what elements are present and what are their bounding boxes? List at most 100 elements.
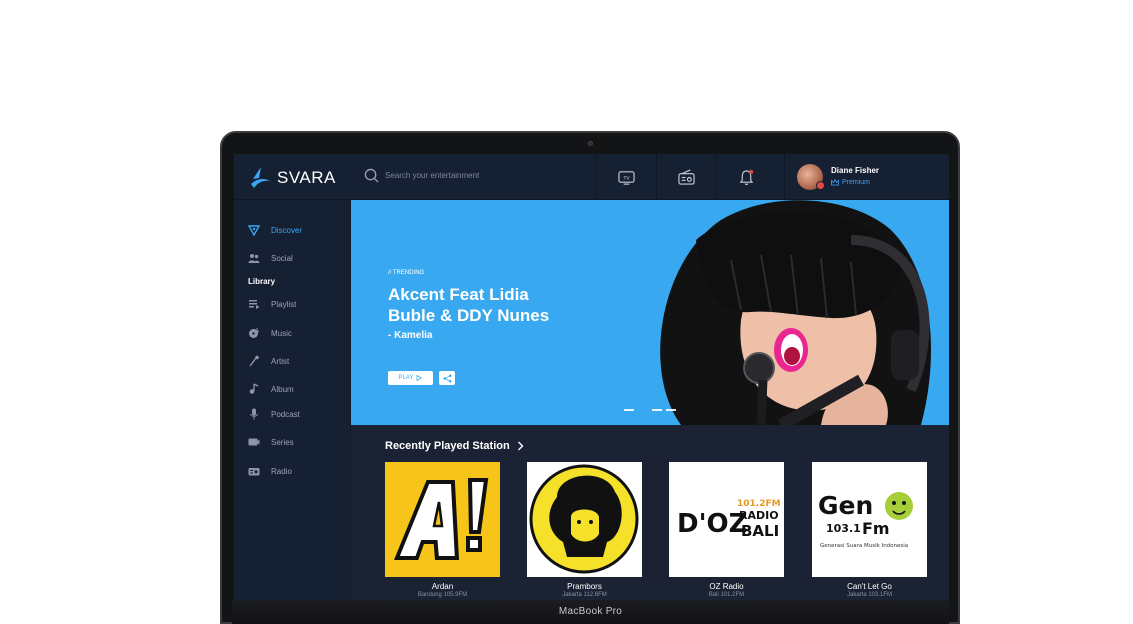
playlist-icon [249, 300, 260, 309]
prambors-logo-icon [527, 462, 642, 577]
music-icon [249, 328, 260, 338]
svg-text:101.2FM: 101.2FM [737, 499, 781, 509]
avatar-badge [816, 181, 825, 190]
station-logo-gen-fm: Gen 103.1 Fm Generasi Suara Musik Indone… [812, 462, 927, 577]
svg-text:Gen: Gen [818, 491, 873, 520]
sidebar-item-album[interactable]: Album [248, 383, 294, 395]
trending-label: // TRENDING [388, 270, 425, 276]
tv-icon: TV [618, 170, 635, 185]
discover-icon [248, 225, 260, 236]
search-icon [364, 168, 379, 183]
hero-subtitle: - Kamelia [388, 330, 433, 341]
app-logo[interactable]: SVARA [249, 166, 336, 190]
station-card[interactable]: Prambors Jakarta 112.6FM [527, 462, 642, 598]
svg-text:BALI: BALI [741, 522, 779, 540]
sidebar-item-artist[interactable]: Artist [248, 355, 289, 367]
sidebar-item-label: Radio [271, 466, 292, 476]
sidebar-item-series[interactable]: Series [248, 436, 294, 448]
station-name: Ardan [431, 582, 454, 591]
station-card[interactable]: Gen 103.1 Fm Generasi Suara Musik Indone… [812, 462, 927, 598]
bell-icon [739, 169, 754, 185]
svg-text:RADIO: RADIO [739, 509, 779, 522]
station-frequency: Jakarta 103.1FM [846, 592, 893, 598]
device-label: MacBook Pro [558, 606, 623, 617]
sidebar-item-label: Series [271, 437, 294, 447]
gen-fm-logo-icon: Gen 103.1 Fm Generasi Suara Musik Indone… [812, 462, 927, 577]
play-button-label: PLAY [398, 375, 414, 381]
station-name: Prambors [567, 582, 602, 591]
carousel-dot[interactable] [652, 409, 662, 411]
search-bar [364, 168, 585, 183]
carousel-indicator [624, 409, 680, 411]
oz-radio-logo-icon: D'OZ 101.2FM RADIO BALI [669, 462, 784, 577]
camera-dot [588, 141, 593, 146]
top-bar: SVARA TV [234, 154, 949, 200]
sidebar-item-podcast[interactable]: Podcast [248, 408, 300, 420]
station-card[interactable]: Ardan Bandung 105.9FM [385, 462, 500, 598]
app-name: SVARA [277, 168, 336, 187]
svara-logo-icon [251, 167, 270, 188]
radio-button[interactable] [656, 154, 716, 200]
library-heading: Library [248, 277, 276, 286]
sidebar-item-label: Social [271, 253, 293, 263]
sidebar-item-label: Playlist [271, 299, 297, 309]
hero-title-line1: Akcent Feat Lidia [388, 285, 529, 304]
user-name: Diane Fisher [831, 166, 880, 175]
sidebar-item-label: Album [271, 384, 294, 394]
sidebar-item-playlist[interactable]: Playlist [248, 298, 296, 310]
sidebar-item-label: Discover [271, 225, 303, 235]
hero-title: Akcent Feat Lidia Buble & DDY Nunes [388, 284, 588, 326]
station-card[interactable]: D'OZ 101.2FM RADIO BALI OZ Radio Bali 10… [669, 462, 784, 598]
station-frequency: Bali 101.2FM [708, 592, 745, 598]
station-logo-oz-radio: D'OZ 101.2FM RADIO BALI [669, 462, 784, 577]
artist-icon [249, 355, 259, 367]
station-name: OZ Radio [709, 582, 744, 591]
user-plan-label: Premium [842, 179, 871, 186]
share-button[interactable] [439, 371, 455, 385]
sidebar-item-label: Music [271, 328, 292, 338]
recently-played-heading[interactable]: Recently Played Station [385, 440, 524, 452]
carousel-dot-active[interactable] [638, 409, 648, 411]
svg-text:103.1: 103.1 [826, 522, 861, 535]
share-icon [443, 374, 451, 382]
app-screen: SVARA TV [234, 154, 949, 600]
laptop-chin: MacBook Pro [232, 600, 949, 624]
notifications-button[interactable] [716, 154, 776, 200]
crown-icon [831, 179, 839, 186]
recently-played-title: Recently Played Station [385, 440, 510, 452]
svg-text:D'OZ: D'OZ [677, 509, 748, 539]
user-plan: Premium [831, 179, 870, 186]
sidebar-item-label: Artist [271, 356, 290, 366]
hero-singer-image [660, 200, 931, 425]
sidebar-item-label: Podcast [271, 409, 300, 419]
sidebar-item-radio[interactable]: Radio [248, 465, 292, 477]
social-icon [248, 254, 260, 263]
sidebar-item-discover[interactable]: Discover [248, 224, 302, 236]
ardan-logo-icon [385, 462, 500, 577]
sidebar-item-music[interactable]: Music [248, 327, 292, 339]
search-input[interactable] [385, 171, 585, 180]
hero-banner[interactable]: // TRENDING Akcent Feat Lidia Buble & DD… [351, 200, 949, 425]
hero-title-line2: Buble & DDY Nunes [388, 306, 550, 325]
user-profile[interactable]: Diane Fisher Premium [784, 154, 949, 200]
station-logo-ardan [385, 462, 500, 577]
station-name: Can't Let Go [847, 582, 892, 591]
station-logo-prambors [527, 462, 642, 577]
album-icon [249, 383, 259, 394]
play-button[interactable]: PLAY [388, 371, 433, 385]
station-frequency: Jakarta 112.6FM [562, 592, 607, 598]
radio-icon [248, 468, 260, 476]
carousel-dot[interactable] [666, 409, 676, 411]
sidebar-item-social[interactable]: Social [248, 252, 293, 264]
radio-icon [678, 168, 695, 185]
play-icon [417, 375, 423, 381]
svg-text:TV: TV [622, 175, 630, 181]
sidebar: Discover Social Library Playlist Music A… [234, 200, 351, 600]
tv-button[interactable]: TV [596, 154, 656, 200]
svg-text:Fm: Fm [862, 519, 890, 538]
svg-text:Generasi Suara Musik Indonesia: Generasi Suara Musik Indonesia [820, 543, 908, 549]
series-icon [248, 438, 260, 446]
station-frequency: Bandung 105.9FM [417, 592, 468, 598]
chevron-right-icon [517, 441, 524, 451]
carousel-dot[interactable] [624, 409, 634, 411]
